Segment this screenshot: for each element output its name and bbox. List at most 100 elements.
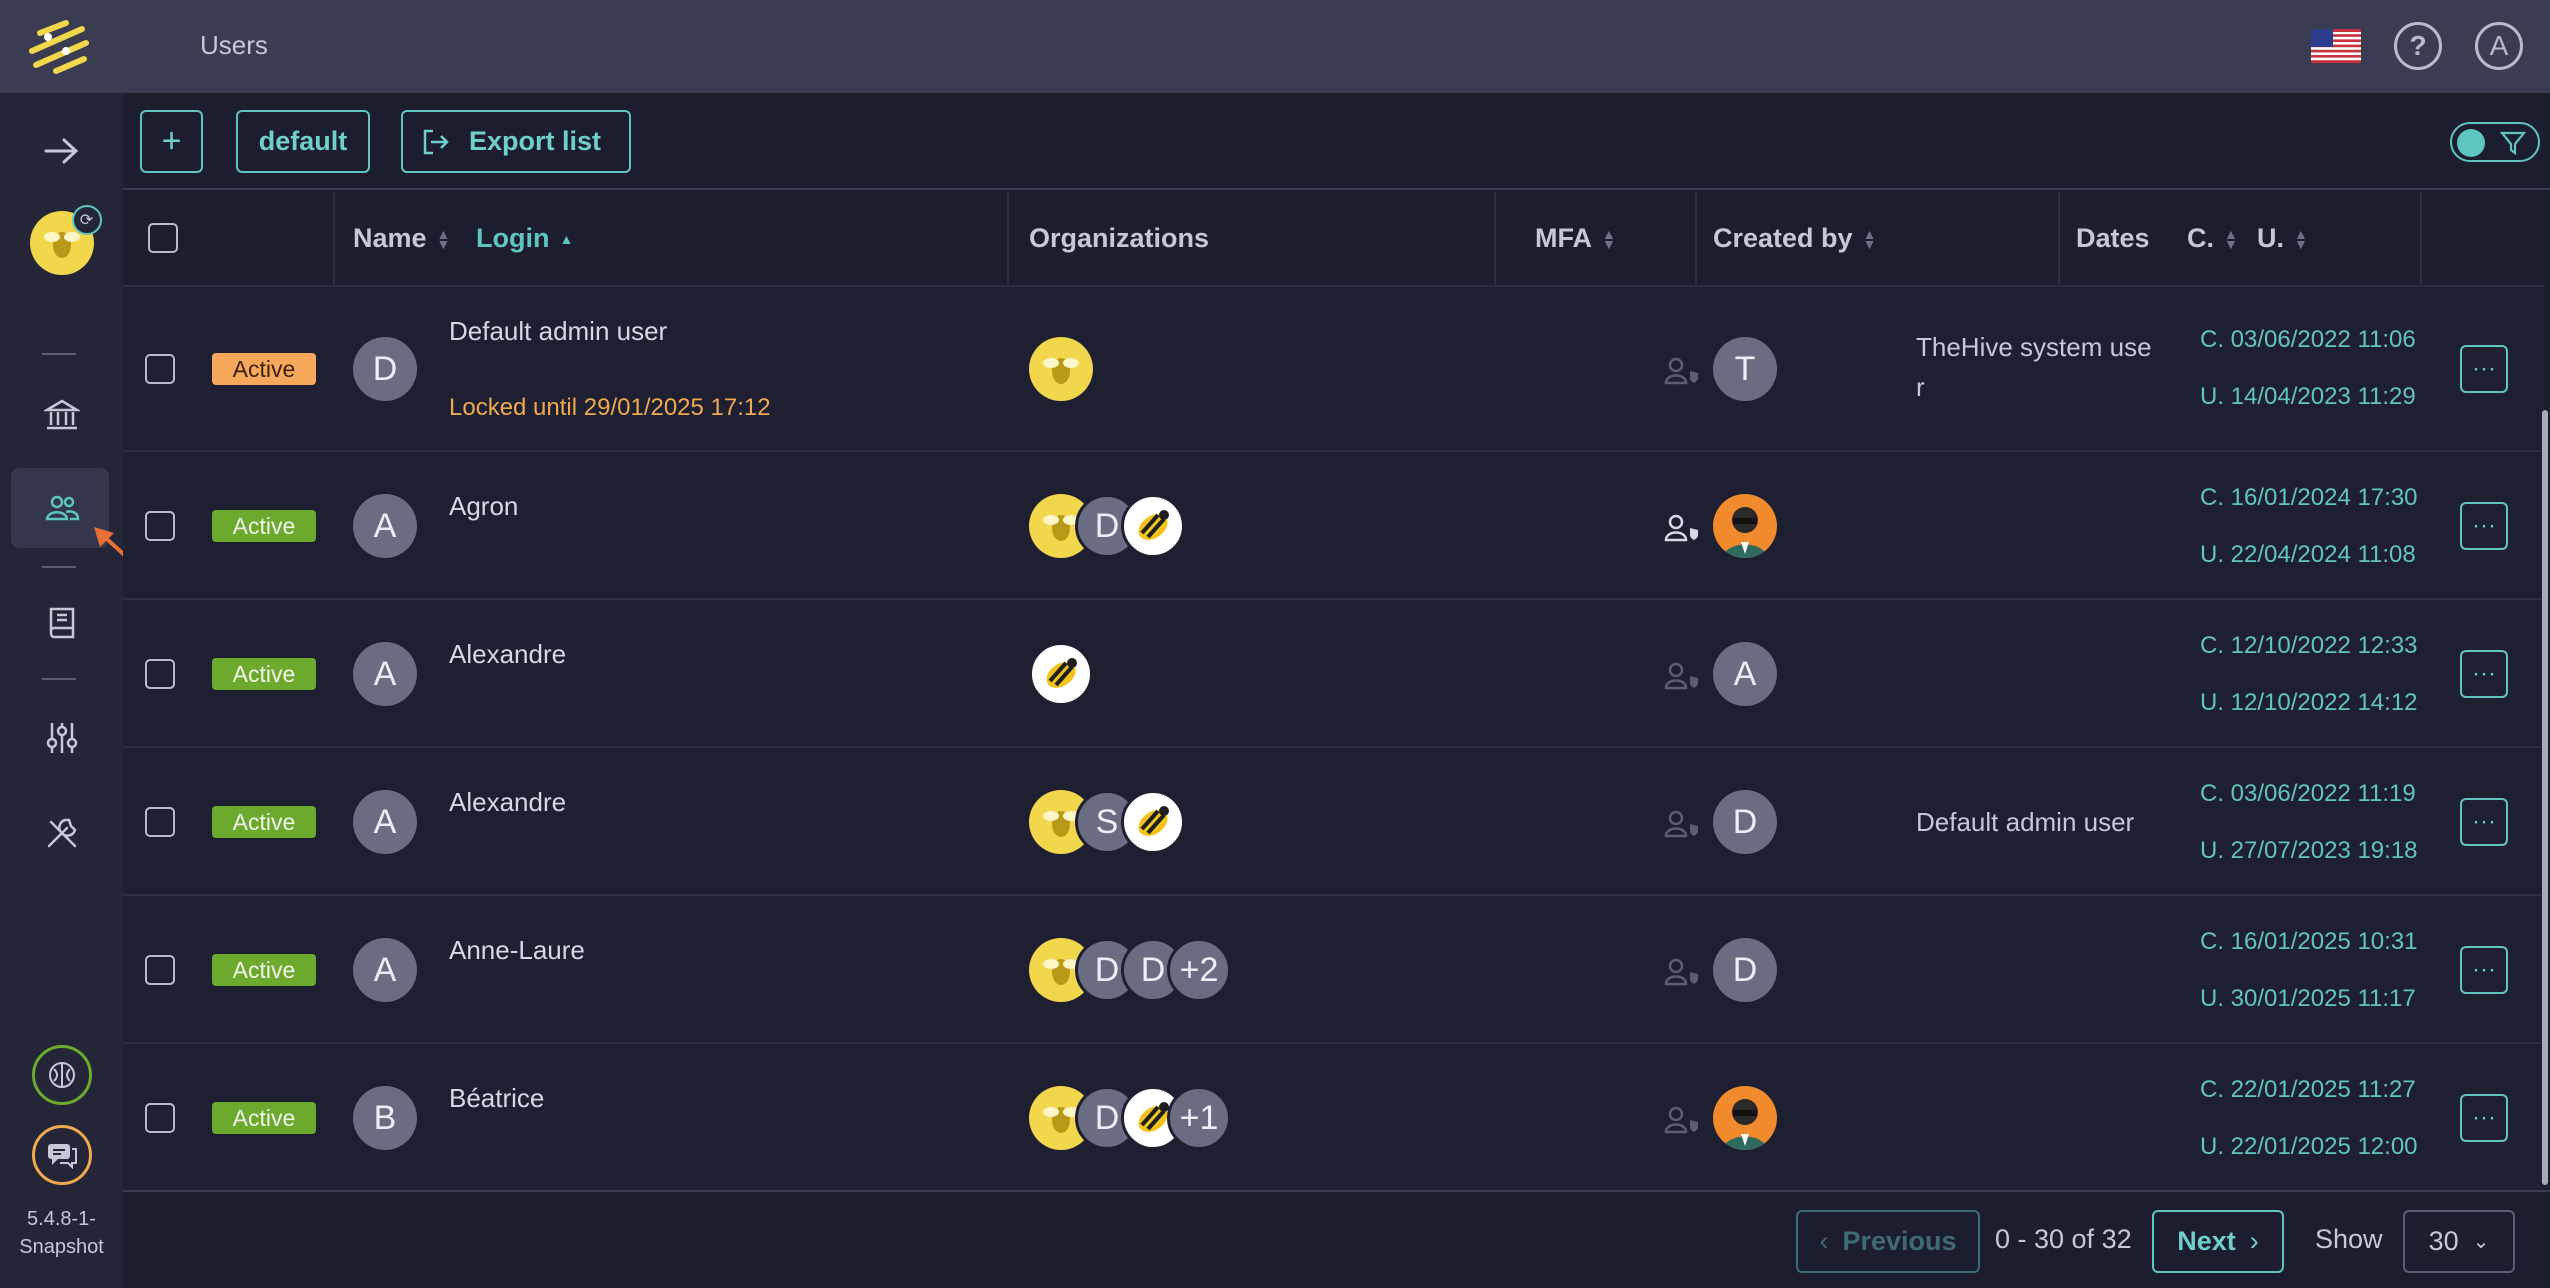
column-divider <box>1007 192 1009 285</box>
cortex-button[interactable] <box>0 1043 123 1107</box>
row-actions-button[interactable]: ··· <box>2460 1094 2508 1142</box>
user-name: Agron <box>449 491 519 521</box>
page-size-select[interactable]: 30 ⌄ <box>2403 1210 2515 1273</box>
updated-date: U. 14/04/2023 11:29 <box>2200 383 2416 410</box>
previous-page-button[interactable]: ‹ Previous <box>1796 1210 1980 1273</box>
refresh-icon[interactable]: ⟳ <box>71 205 102 235</box>
row-checkbox[interactable] <box>145 1103 175 1133</box>
sort-icon: ▲ ▼ <box>436 225 451 252</box>
toolbar: + default Export list <box>123 93 2550 190</box>
version-label: 5.4.8-1- Snapshot <box>0 1205 123 1261</box>
table-row[interactable]: Active A Alexandre S D Default admin use… <box>123 746 2545 894</box>
column-created-by[interactable]: Created by ▲ ▼ <box>1713 192 1876 285</box>
us-flag-icon[interactable] <box>2311 29 2361 63</box>
chat-icon <box>31 1125 92 1185</box>
row-checkbox[interactable] <box>145 807 175 837</box>
row-checkbox[interactable] <box>145 354 175 384</box>
table-row[interactable]: Active B Béatrice D +1 C. 22/01/2025 11:… <box>123 1042 2545 1190</box>
export-icon <box>423 129 449 154</box>
row-actions-button[interactable]: ··· <box>2460 946 2508 994</box>
toggle-knob <box>2457 129 2485 157</box>
sidebar-item-knowledge-base[interactable] <box>0 593 123 653</box>
column-dates-u-label: U. <box>2257 223 2284 253</box>
status-badge: Active <box>212 658 316 690</box>
sidebar-divider <box>42 566 76 568</box>
sidebar-item-organisations[interactable] <box>0 385 123 445</box>
user-avatar: A <box>353 642 417 706</box>
chat-button[interactable] <box>0 1123 123 1187</box>
table-row[interactable]: Active A Agron D C. 16/01/2024 17:30 U. … <box>123 450 2545 598</box>
row-checkbox[interactable] <box>145 659 175 689</box>
thehive-logo-icon[interactable] <box>26 15 92 77</box>
column-organizations: Organizations <box>1029 223 1210 253</box>
sort-icon: ▲ ▼ <box>2294 225 2308 252</box>
sidebar-item-platform-management[interactable] <box>0 803 123 863</box>
bee-logo-icon <box>1121 790 1185 854</box>
filter-icon <box>2500 131 2526 155</box>
creator-avatar: T <box>1713 337 1777 401</box>
page-title: Users <box>200 30 268 60</box>
created-date: C. 16/01/2025 10:31 <box>2200 928 2418 955</box>
pagination-bar: ‹ Previous 0 - 30 of 32 Next › Show 30 ⌄ <box>123 1190 2550 1288</box>
user-avatar: A <box>353 938 417 1002</box>
column-login[interactable]: Login ▲ <box>476 192 573 285</box>
row-actions-button[interactable]: ··· <box>2460 345 2508 393</box>
org-more-count[interactable]: +1 <box>1167 1086 1231 1150</box>
column-dates-updated[interactable]: U. ▲ ▼ <box>2257 192 2308 285</box>
default-filter-button[interactable]: default <box>236 110 370 173</box>
chevron-right-icon: › <box>2249 1226 2259 1256</box>
row-actions-button[interactable]: ··· <box>2460 650 2508 698</box>
tools-icon <box>47 818 76 848</box>
column-dates-label: Dates <box>2076 223 2150 253</box>
table-row[interactable]: Active A Alexandre A C. 12/10/2022 12:33… <box>123 598 2545 746</box>
book-icon <box>49 607 74 639</box>
column-name-label: Name <box>353 223 427 253</box>
help-icon[interactable]: ? <box>2394 22 2442 70</box>
creator-name: Default admin user <box>1916 807 2135 837</box>
sidebar-divider <box>42 353 76 355</box>
chevron-left-icon: ‹ <box>1819 1226 1829 1256</box>
filter-toggle[interactable] <box>2450 122 2540 162</box>
sidebar-item-settings[interactable] <box>0 708 123 768</box>
mfa-disabled-icon <box>1664 810 1698 838</box>
updated-date: U. 22/04/2024 11:08 <box>2200 541 2416 568</box>
mfa-disabled-icon <box>1664 958 1698 986</box>
organisation-logo-icon: ⟳ <box>29 205 102 275</box>
export-list-label: Export list <box>469 126 602 156</box>
row-checkbox[interactable] <box>145 955 175 985</box>
creator-name: TheHive system use r <box>1916 327 2152 407</box>
user-name: Béatrice <box>449 1083 545 1113</box>
status-badge: Active <box>212 1102 316 1134</box>
created-date: C. 12/10/2022 12:33 <box>2200 632 2418 659</box>
creator-photo <box>1713 1086 1777 1150</box>
chevron-down-icon: ⌄ <box>2472 1231 2490 1253</box>
sort-icon: ▲ ▼ <box>1862 225 1877 252</box>
page-range: 0 - 30 of 32 <box>1995 1224 2132 1254</box>
user-avatar: D <box>353 337 417 401</box>
org-more-count[interactable]: +2 <box>1167 938 1231 1002</box>
column-name[interactable]: Name ▲ ▼ <box>353 192 450 285</box>
column-divider <box>1494 192 1496 285</box>
user-avatar[interactable]: A <box>2475 22 2523 70</box>
column-mfa[interactable]: MFA ▲ ▼ <box>1535 192 1616 285</box>
export-list-button[interactable]: Export list <box>401 110 631 173</box>
column-dates-created[interactable]: C. ▲ ▼ <box>2187 192 2238 285</box>
column-login-label: Login <box>476 223 550 253</box>
table-row[interactable]: Active A Anne-Laure D D +2 D C. 16/01/20… <box>123 894 2545 1042</box>
expand-sidebar-icon[interactable] <box>0 123 123 179</box>
status-badge: Active <box>212 806 316 838</box>
mfa-disabled-icon <box>1664 357 1698 385</box>
table-row[interactable]: Active D Default admin user Locked until… <box>123 285 2545 450</box>
next-page-button[interactable]: Next › <box>2152 1210 2284 1273</box>
created-date: C. 16/01/2024 17:30 <box>2200 484 2418 511</box>
sort-asc-icon: ▲ <box>559 230 574 247</box>
created-date: C. 22/01/2025 11:27 <box>2200 1076 2416 1103</box>
bee-logo-icon <box>1121 494 1185 558</box>
select-all-checkbox[interactable] <box>148 223 178 253</box>
row-actions-button[interactable]: ··· <box>2460 502 2508 550</box>
row-actions-button[interactable]: ··· <box>2460 798 2508 846</box>
organisation-switcher[interactable]: ⟳ <box>0 205 123 281</box>
add-user-button[interactable]: + <box>140 110 203 173</box>
row-checkbox[interactable] <box>145 511 175 541</box>
vertical-scrollbar[interactable] <box>2542 410 2548 1185</box>
